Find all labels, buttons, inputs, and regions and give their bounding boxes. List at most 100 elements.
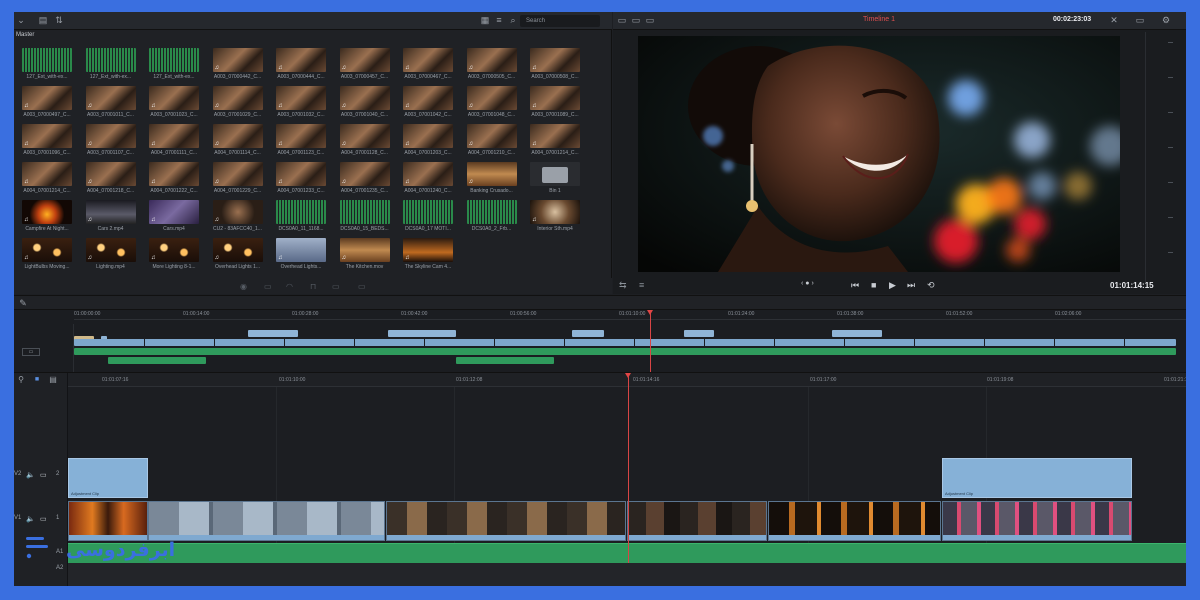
dropdown-icon[interactable]: ⌄ (16, 15, 26, 25)
media-clip[interactable]: 127_Ext_with-ex... (22, 48, 72, 80)
audio-clip-a1[interactable] (68, 543, 1186, 563)
video-clip[interactable] (74, 339, 1176, 346)
loop-button[interactable]: ⟲ (927, 280, 935, 291)
control-icon[interactable]: ▭ (358, 282, 366, 291)
media-clip[interactable]: ♫ Overhead Lights 1... (212, 238, 263, 270)
display-icon[interactable]: ▭ (1135, 15, 1145, 25)
media-clip[interactable]: ♫ The Kitchen.mov (339, 238, 390, 270)
media-clip[interactable]: ♫ A003_07000497_C... (22, 86, 72, 118)
media-clip[interactable]: ♫ A004_07001111_C... (149, 124, 199, 156)
media-clip[interactable]: ♫ A003_07000457_C... (339, 48, 390, 80)
video-clip[interactable] (388, 330, 456, 337)
media-clip[interactable]: ♫ A004_07001218_C... (85, 162, 136, 194)
media-clip[interactable]: ♫ The Skyline Cam 4... (403, 238, 453, 270)
control-icon[interactable]: ◠ (286, 282, 293, 291)
zoom-icon[interactable]: ▤ (48, 375, 58, 385)
media-clip[interactable]: ♫ A003_07000467_C... (403, 48, 453, 80)
sort-icon[interactable]: ⇅ (54, 15, 64, 25)
video-clip[interactable] (148, 501, 385, 541)
overview-ruler[interactable]: 01:00:00:00 01:00:14:00 01:00:28:00 01:00:4… (74, 310, 1186, 320)
media-clip[interactable]: ♫ Interior Sth.mp4 (530, 200, 580, 232)
list-view-icon[interactable]: ▤ (38, 15, 48, 25)
media-clip[interactable]: ♫ A003_07001032_C... (276, 86, 326, 118)
media-clip[interactable]: ♫ A004_07001240_C... (403, 162, 453, 194)
media-clip[interactable]: ♫ A004_07001214_C... (530, 124, 580, 156)
media-clip[interactable]: ♫ Cars.mp4 (149, 200, 199, 232)
media-clip[interactable]: ♫ A003_07000508_C... (530, 48, 580, 80)
video-clip[interactable] (248, 330, 298, 337)
media-clip[interactable]: ♫ A003_07000442_C... (212, 48, 263, 80)
skip-start-button[interactable]: ⏮ (851, 280, 859, 291)
search-icon[interactable]: ⌕ (508, 15, 518, 25)
skip-end-button[interactable]: ⏭ (907, 280, 915, 291)
timeline-overview[interactable]: ▭ 01:00:00:00 01:00:14:00 01:00:28:00 01:00… (14, 310, 1186, 386)
media-clip[interactable]: ♫ LightBulbs Moving... (22, 238, 72, 270)
media-clip[interactable]: ♫ A004_07001222_C... (149, 162, 199, 194)
panel-icon[interactable]: ▭ (631, 15, 641, 25)
media-clip[interactable]: DCS0A0_11_1168... (276, 200, 326, 232)
speaker-icon[interactable]: 🔈 (26, 515, 35, 523)
media-clip[interactable]: ♫ A003_07001029_C... (212, 86, 263, 118)
media-clip[interactable]: ♫ Overhead Lights... (276, 238, 326, 270)
viewer-frame[interactable] (638, 36, 1120, 272)
media-clip[interactable]: ♫ A003_07000444_C... (276, 48, 326, 80)
media-clip[interactable]: ♫ Banking Crusado... (466, 162, 517, 194)
video-clip[interactable] (572, 330, 604, 337)
video-clip[interactable] (832, 330, 882, 337)
snap-icon[interactable]: ■ (32, 375, 42, 385)
stop-button[interactable]: ■ (871, 280, 876, 290)
media-clip[interactable]: ♫ A004_07001203_C... (403, 124, 453, 156)
media-clip[interactable]: ♫ A003_07001040_C... (339, 86, 390, 118)
control-icon[interactable]: ⊓ (310, 282, 316, 291)
media-clip[interactable]: DCS0A0_2_Frb... (466, 200, 517, 232)
match-frame-icon[interactable]: ⇆ (619, 280, 627, 291)
media-clip[interactable]: ♫ A004_07001114_C... (212, 124, 263, 156)
media-clip[interactable]: ♫ A004_07001233_C... (276, 162, 326, 194)
audio-clip[interactable] (456, 357, 554, 364)
adjustment-clip[interactable]: Adjustment Clip (942, 458, 1132, 498)
media-clip[interactable]: ♫ Campfire At Night... (22, 200, 72, 232)
video-clip[interactable] (684, 330, 714, 337)
media-clip[interactable]: ♫ A004_07001128_C... (339, 124, 390, 156)
media-clip[interactable]: ♫ CU2 - 83AFCC40_1... (212, 200, 263, 232)
media-clip[interactable]: ♫ A004_07001229_C... (212, 162, 263, 194)
media-clip[interactable]: Bin 1 (530, 162, 580, 194)
list-mode-icon[interactable]: ≡ (494, 15, 504, 25)
media-clip[interactable]: DCS0A0_15_BEDS... (339, 200, 390, 232)
control-icon[interactable]: ▭ (332, 282, 340, 291)
play-button[interactable]: ▶ (889, 280, 896, 291)
media-clip[interactable]: ♫ A003_07000505_C... (466, 48, 517, 80)
video-clip[interactable] (386, 501, 626, 541)
media-clip[interactable]: ♫ A003_07001107_C... (85, 124, 136, 156)
media-clip[interactable]: ♫ A003_07001048_C... (466, 86, 517, 118)
audio-clip[interactable] (74, 348, 1176, 355)
media-clip[interactable]: ♫ A004_07001210_C... (466, 124, 517, 156)
control-icon[interactable]: ◉ (240, 282, 247, 291)
playhead-overview[interactable] (650, 310, 651, 372)
video-clip[interactable] (627, 501, 767, 541)
monitor-icon[interactable]: ▭ (40, 471, 47, 479)
options-icon[interactable]: ≡ (639, 280, 644, 290)
panel-icon[interactable]: ▭ (645, 15, 655, 25)
media-clip[interactable]: ♫ A003_07001023_C... (149, 86, 199, 118)
media-clip[interactable]: 127_Ext_with-ex... (85, 48, 136, 80)
monitor-icon[interactable]: ▭ (40, 515, 47, 523)
adjustment-clip[interactable]: Adjustment Clip (68, 458, 148, 498)
timeline-name[interactable]: Timeline 1 (863, 16, 895, 23)
video-clip[interactable] (768, 501, 941, 541)
video-clip[interactable] (942, 501, 1132, 541)
control-icon[interactable]: ▭ (264, 282, 272, 291)
media-clip[interactable]: 127_Ext_with-ex... (149, 48, 199, 80)
media-clip[interactable]: ♫ A003_07001042_C... (403, 86, 453, 118)
speaker-icon[interactable]: 🔈 (26, 471, 35, 479)
media-clip[interactable]: ♫ A004_07001235_C... (339, 162, 390, 194)
media-clip[interactable]: ♫ Cars 2.mp4 (85, 200, 136, 232)
media-clip[interactable]: DCS0A0_17 MOTI... (403, 200, 453, 232)
settings-icon[interactable]: ⚙ (1161, 15, 1171, 25)
media-clip[interactable]: ♫ A004_07001123_C... (276, 124, 326, 156)
media-clip[interactable]: ♫ A003_07001089_C... (530, 86, 580, 118)
link-icon[interactable]: ⚲ (16, 375, 26, 385)
crossfade-icon[interactable]: ✕ (1109, 15, 1119, 25)
panel-icon[interactable]: ▭ (617, 15, 627, 25)
media-clip[interactable]: ♫ A003_07001096_C... (22, 124, 72, 156)
